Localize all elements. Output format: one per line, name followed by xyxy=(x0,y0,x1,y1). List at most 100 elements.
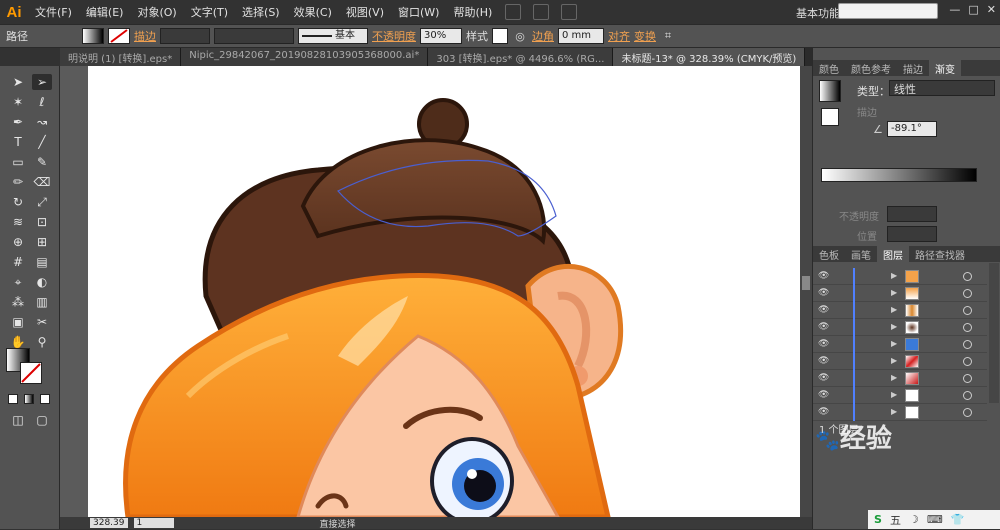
menu-edit[interactable]: 编辑(E) xyxy=(79,4,131,20)
ime-mode[interactable]: 五 xyxy=(890,512,901,528)
type-tool-icon[interactable]: T xyxy=(8,134,28,150)
tab-document-active[interactable]: 未标题-13* @ 328.39% (CMYK/预览) xyxy=(613,48,806,66)
minimize-button[interactable]: — xyxy=(949,3,960,16)
canvas[interactable] xyxy=(60,66,800,517)
target-icon[interactable] xyxy=(963,289,972,298)
visibility-eye-icon[interactable]: 👁 xyxy=(818,339,830,349)
pencil-icon[interactable]: ✏ xyxy=(8,174,28,190)
brush-select[interactable]: 基本 xyxy=(298,28,368,44)
gradient-opacity-input[interactable] xyxy=(887,206,937,222)
expand-icon[interactable]: ▶ xyxy=(891,305,897,314)
slice-icon[interactable]: ✂ xyxy=(32,314,52,330)
variable-width-select[interactable] xyxy=(214,28,294,44)
tab-color[interactable]: 颜色 xyxy=(813,60,845,76)
menu-type[interactable]: 文字(T) xyxy=(184,4,235,20)
color-mode-icon[interactable] xyxy=(8,394,18,404)
layer-row[interactable]: 👁 ▶ xyxy=(813,387,987,404)
visibility-eye-icon[interactable]: 👁 xyxy=(818,271,830,281)
tab-pathfinder[interactable]: 路径查找器 xyxy=(909,246,971,262)
tab-swatches[interactable]: 色板 xyxy=(813,246,845,262)
bridge-icon[interactable] xyxy=(505,4,522,20)
layers-scrollbar[interactable] xyxy=(989,263,999,403)
recolor-icon[interactable]: ◎ xyxy=(512,28,528,44)
character-illustration[interactable] xyxy=(88,66,800,517)
ime-keyboard-icon[interactable]: ⌨ xyxy=(927,513,943,526)
target-icon[interactable] xyxy=(963,374,972,383)
zoom-input[interactable]: 328.39 xyxy=(90,518,128,528)
menu-file[interactable]: 文件(F) xyxy=(28,4,79,20)
tab-document-1[interactable]: 明说明 (1) [转换].eps* xyxy=(60,48,182,66)
eraser-icon[interactable]: ⌫ xyxy=(32,174,52,190)
layer-row[interactable]: 👁 ▶ xyxy=(813,370,987,387)
pen-tool-icon[interactable]: ✒ xyxy=(8,114,28,130)
visibility-eye-icon[interactable]: 👁 xyxy=(818,407,830,417)
blend-icon[interactable]: ◐ xyxy=(32,274,52,290)
align-link[interactable]: 对齐 xyxy=(608,28,630,44)
ime-moon-icon[interactable]: ☽ xyxy=(909,513,919,526)
arrange-documents-icon[interactable] xyxy=(533,4,550,20)
mesh-icon[interactable]: # xyxy=(8,254,28,270)
tab-brushes[interactable]: 画笔 xyxy=(845,246,877,262)
expand-icon[interactable]: ▶ xyxy=(891,288,897,297)
tab-document-2[interactable]: Nipic_29842067_20190828103905368000.ai* xyxy=(181,48,429,66)
corner-input[interactable]: 0 mm xyxy=(558,28,604,44)
rectangle-tool-icon[interactable]: ▭ xyxy=(8,154,28,170)
expand-icon[interactable]: ▶ xyxy=(891,407,897,416)
menu-view[interactable]: 视图(V) xyxy=(339,4,391,20)
artboard-icon[interactable]: ▣ xyxy=(8,314,28,330)
expand-icon[interactable]: ▶ xyxy=(891,271,897,280)
menu-help[interactable]: 帮助(H) xyxy=(446,4,499,20)
visibility-eye-icon[interactable]: 👁 xyxy=(818,288,830,298)
graph-icon[interactable]: ▥ xyxy=(32,294,52,310)
visibility-eye-icon[interactable]: 👁 xyxy=(818,390,830,400)
workspace-switcher[interactable]: 基本功能 xyxy=(796,5,840,21)
symbol-sprayer-icon[interactable]: ⁂ xyxy=(8,294,28,310)
opacity-label[interactable]: 不透明度 xyxy=(372,28,416,44)
curvature-icon[interactable]: ↝ xyxy=(32,114,52,130)
tab-gradient[interactable]: 渐变 xyxy=(929,60,961,76)
warp-icon[interactable]: ≋ xyxy=(8,214,28,230)
layer-row[interactable]: 👁 ▶ xyxy=(813,353,987,370)
gpu-icon[interactable] xyxy=(561,4,578,20)
free-transform-icon[interactable]: ⊡ xyxy=(32,214,52,230)
style-swatch[interactable] xyxy=(492,28,508,44)
target-icon[interactable] xyxy=(963,306,972,315)
menu-select[interactable]: 选择(S) xyxy=(235,4,287,20)
line-tool-icon[interactable]: ╱ xyxy=(32,134,52,150)
stroke-label[interactable]: 描边 xyxy=(134,28,156,44)
stroke-preview[interactable] xyxy=(821,108,839,126)
layer-row[interactable]: 👁 ▶ xyxy=(813,285,987,302)
stroke-swatch[interactable] xyxy=(108,28,130,44)
transform-icon[interactable]: ⌗ xyxy=(660,28,676,44)
tab-document-3[interactable]: 303 [转换].eps* @ 4496.6% (RG... xyxy=(428,48,614,66)
vertical-scrollbar[interactable] xyxy=(800,66,812,517)
expand-icon[interactable]: ▶ xyxy=(891,390,897,399)
target-icon[interactable] xyxy=(963,408,972,417)
tab-stroke[interactable]: 描边 xyxy=(897,60,929,76)
draw-mode-icon[interactable]: ◫ xyxy=(8,412,28,428)
menu-window[interactable]: 窗口(W) xyxy=(391,4,446,20)
visibility-eye-icon[interactable]: 👁 xyxy=(818,322,830,332)
search-input[interactable] xyxy=(838,3,938,19)
menu-object[interactable]: 对象(O) xyxy=(130,4,183,20)
expand-icon[interactable]: ▶ xyxy=(891,373,897,382)
close-button[interactable]: ✕ xyxy=(987,3,996,16)
ime-logo-icon[interactable]: S xyxy=(874,513,882,526)
tab-layers[interactable]: 图层 xyxy=(877,246,909,262)
expand-icon[interactable]: ▶ xyxy=(891,356,897,365)
gradient-slider[interactable] xyxy=(821,168,977,182)
target-icon[interactable] xyxy=(963,357,972,366)
target-icon[interactable] xyxy=(963,272,972,281)
layer-row[interactable]: 👁 ▶ xyxy=(813,319,987,336)
target-icon[interactable] xyxy=(963,323,972,332)
lasso-icon[interactable]: ℓ xyxy=(32,94,52,110)
direct-selection-tool-icon[interactable]: ➢ xyxy=(32,74,52,90)
angle-input[interactable]: -89.1° xyxy=(887,121,937,137)
visibility-eye-icon[interactable]: 👁 xyxy=(818,356,830,366)
transform-link[interactable]: 变换 xyxy=(634,28,656,44)
layer-row[interactable]: 👁 ▶ xyxy=(813,336,987,353)
screen-mode-icon[interactable]: ▢ xyxy=(32,412,52,428)
rotate-icon[interactable]: ↻ xyxy=(8,194,28,210)
selection-tool-icon[interactable]: ➤ xyxy=(8,74,28,90)
gradient-preview[interactable] xyxy=(819,80,841,102)
